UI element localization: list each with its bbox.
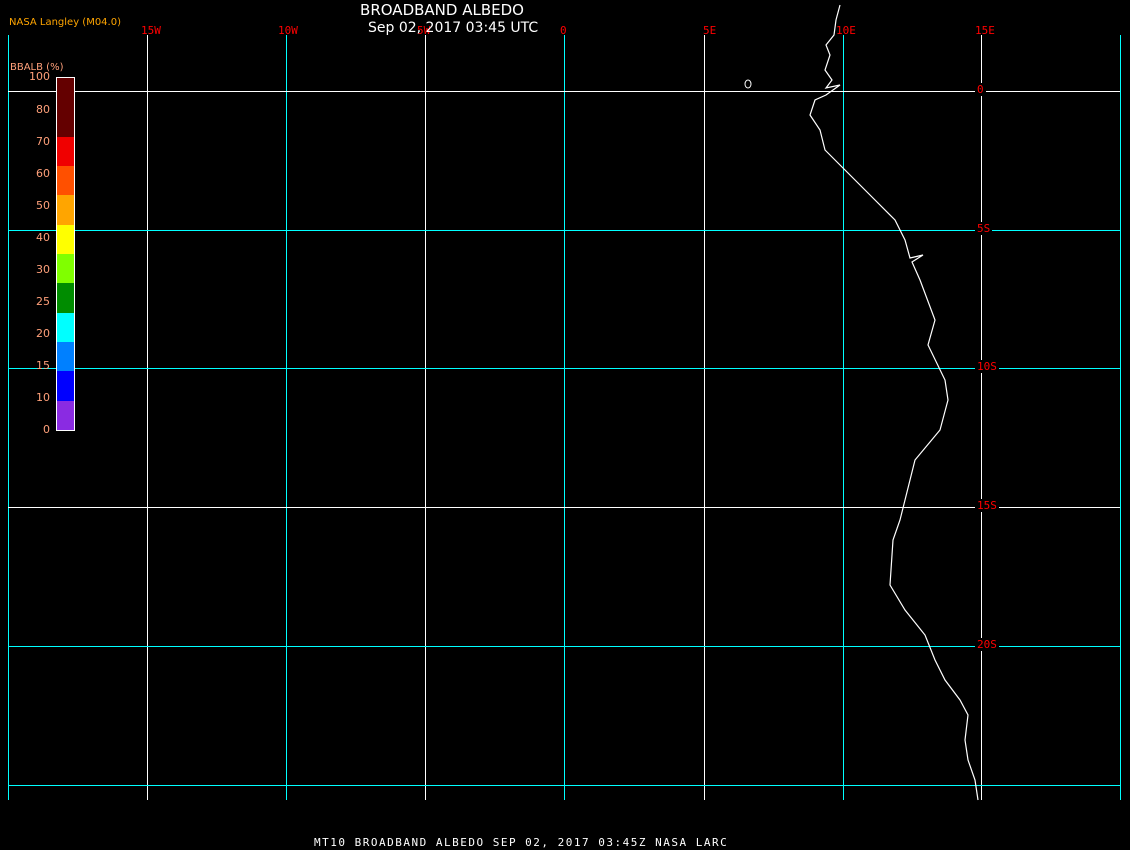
color-swatch xyxy=(57,371,74,401)
island-outline xyxy=(744,79,752,89)
legend-tick: 20 xyxy=(36,327,50,340)
legend-tick: 40 xyxy=(36,231,50,244)
color-swatch xyxy=(57,136,74,166)
lat-label: 5S xyxy=(975,222,993,235)
coastline xyxy=(809,4,979,801)
lon-label: 0 xyxy=(560,24,567,37)
lat-label: 10S xyxy=(975,360,999,373)
color-swatch xyxy=(57,78,74,108)
lat-label: 0 xyxy=(975,83,986,96)
legend-tick: 25 xyxy=(36,295,50,308)
color-swatch xyxy=(57,283,74,313)
legend-tick: 50 xyxy=(36,199,50,212)
legend-tick: 80 xyxy=(36,103,50,116)
legend-tick: 60 xyxy=(36,167,50,180)
legend-tick: 0 xyxy=(43,423,50,436)
color-swatch xyxy=(57,107,74,137)
color-swatch xyxy=(57,312,74,342)
lon-label: 10E xyxy=(836,24,856,37)
lon-label: 10W xyxy=(278,24,298,37)
legend-tick: 15 xyxy=(36,359,50,372)
lon-label: 15W xyxy=(141,24,161,37)
datetime: Sep 02, 2017 03:45 UTC xyxy=(368,20,539,36)
color-scale-bar xyxy=(56,77,75,431)
color-swatch xyxy=(57,341,74,372)
lat-label: 20S xyxy=(975,638,999,651)
color-swatch xyxy=(57,400,74,430)
color-swatch xyxy=(57,195,74,225)
map-graticule xyxy=(8,4,1121,801)
page-title: BROADBAND ALBEDO xyxy=(360,1,524,19)
legend-tick: 10 xyxy=(36,391,50,404)
legend-tick: 100 xyxy=(29,70,50,83)
lon-label: 15E xyxy=(975,24,995,37)
color-swatch xyxy=(57,253,74,284)
lat-label: 15S xyxy=(975,499,999,512)
legend-tick: 70 xyxy=(36,135,50,148)
legend-tick: 30 xyxy=(36,263,50,276)
lon-label: 5E xyxy=(703,24,717,37)
color-swatch xyxy=(57,165,74,196)
footer-caption: MT10 BROADBAND ALBEDO SEP 02, 2017 03:45… xyxy=(314,836,729,849)
color-swatch xyxy=(57,224,74,254)
